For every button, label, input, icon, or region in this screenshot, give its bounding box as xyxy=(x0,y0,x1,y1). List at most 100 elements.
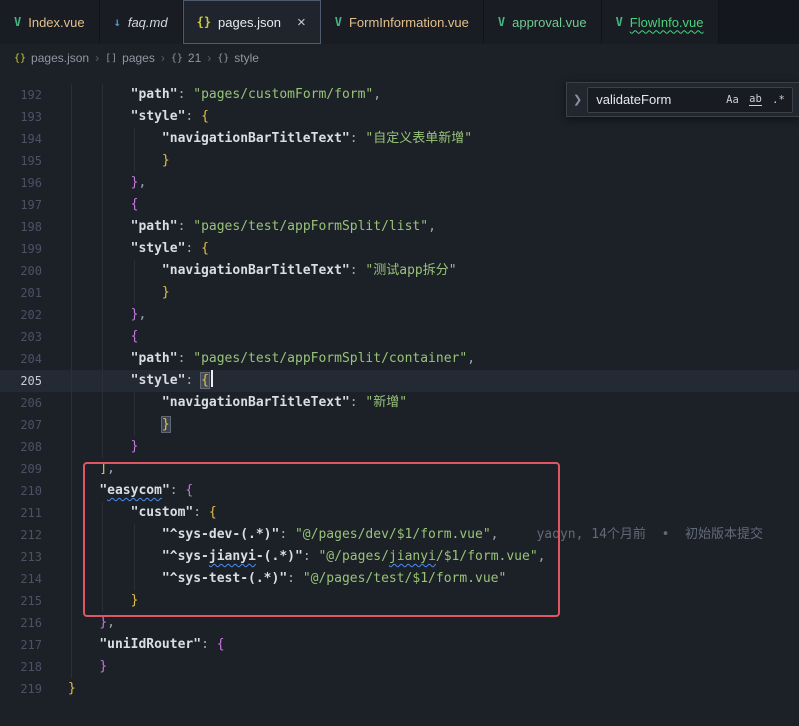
line-number[interactable]: 192 xyxy=(0,84,68,106)
code-line[interactable]: 195 } xyxy=(0,150,799,172)
code-line[interactable]: 207 } xyxy=(0,414,799,436)
breadcrumb-item-pages.json[interactable]: {} pages.json xyxy=(14,51,89,65)
tab-FormInformation.vue[interactable]: VFormInformation.vue xyxy=(321,0,484,44)
code-line[interactable]: 208 } xyxy=(0,436,799,458)
toggle-glyph: ab xyxy=(749,93,762,106)
regex-button[interactable]: .* xyxy=(768,90,789,110)
code-line[interactable]: 211 "custom": { xyxy=(0,502,799,524)
tab-bar: VIndex.vue↓faq.md {} pages.json × VFormInfor… xyxy=(0,0,799,44)
line-number[interactable]: 216 xyxy=(0,612,68,634)
line-number[interactable]: 218 xyxy=(0,656,68,678)
line-number[interactable]: 217 xyxy=(0,634,68,656)
code-text: }, xyxy=(68,304,799,326)
code-line[interactable]: 194 "navigationBarTitleText": "自定义表单新增" xyxy=(0,128,799,150)
code-line[interactable]: 212 "^sys-dev-(.*)": "@/pages/dev/$1/for… xyxy=(0,524,799,546)
line-number[interactable]: 212 xyxy=(0,524,68,546)
code-line[interactable]: 203 { xyxy=(0,326,799,348)
indent-guide xyxy=(134,260,135,304)
tab-pages.json[interactable]: {} pages.json × xyxy=(183,0,321,44)
tab-Index.vue[interactable]: VIndex.vue xyxy=(0,0,100,44)
line-number[interactable]: 208 xyxy=(0,436,68,458)
code-line[interactable]: 201 } xyxy=(0,282,799,304)
line-number[interactable]: 193 xyxy=(0,106,68,128)
code-line[interactable]: 216 }, xyxy=(0,612,799,634)
breadcrumb: {}pages.json›[]pages›{}21›{}style xyxy=(0,44,799,72)
line-number[interactable]: 215 xyxy=(0,590,68,612)
vue-icon: V xyxy=(335,15,342,29)
code-text: ], xyxy=(68,458,799,480)
array-symbol-icon: [] xyxy=(105,53,117,64)
line-number[interactable]: 219 xyxy=(0,678,68,700)
code-line[interactable]: 209 ], xyxy=(0,458,799,480)
breadcrumb-item-style[interactable]: {}style xyxy=(217,51,259,65)
code-line[interactable]: 197 { xyxy=(0,194,799,216)
code-text: "path": "pages/test/appFormSplit/list", xyxy=(68,216,799,238)
find-expand-chevron-icon[interactable]: ❯ xyxy=(573,93,582,106)
code-line[interactable]: 217 "uniIdRouter": { xyxy=(0,634,799,656)
indent-guide xyxy=(134,128,135,172)
tab-faq.md[interactable]: ↓faq.md xyxy=(100,0,183,44)
editor: 192 "path": "pages/customForm/form",193 … xyxy=(0,72,799,726)
code-line[interactable]: 205 "style": { xyxy=(0,370,799,392)
tab-label: pages.json xyxy=(218,15,281,30)
line-number[interactable]: 201 xyxy=(0,282,68,304)
vue-icon: V xyxy=(14,15,21,29)
tab-approval.vue[interactable]: Vapproval.vue xyxy=(484,0,602,44)
code-line[interactable]: 213 "^sys-jianyi-(.*)": "@/pages/jianyi/… xyxy=(0,546,799,568)
object-symbol-icon: {} xyxy=(171,53,183,64)
breadcrumb-item-pages[interactable]: []pages xyxy=(105,51,155,65)
code-text: "uniIdRouter": { xyxy=(68,634,799,656)
code-text: } xyxy=(68,282,799,304)
breadcrumb-separator: › xyxy=(207,51,211,65)
line-number[interactable]: 198 xyxy=(0,216,68,238)
line-number[interactable]: 214 xyxy=(0,568,68,590)
code-line[interactable]: 204 "path": "pages/test/appFormSplit/con… xyxy=(0,348,799,370)
find-input[interactable]: validateForm Aaab.* xyxy=(587,87,793,113)
line-number[interactable]: 211 xyxy=(0,502,68,524)
match-case-button[interactable]: Aa xyxy=(722,90,743,110)
code-text: "easycom": { xyxy=(68,480,799,502)
line-number[interactable]: 204 xyxy=(0,348,68,370)
line-number[interactable]: 207 xyxy=(0,414,68,436)
whole-word-button[interactable]: ab xyxy=(745,90,766,110)
line-number[interactable]: 196 xyxy=(0,172,68,194)
line-number[interactable]: 197 xyxy=(0,194,68,216)
code-area: 192 "path": "pages/customForm/form",193 … xyxy=(0,72,799,700)
line-number[interactable]: 209 xyxy=(0,458,68,480)
breadcrumb-separator: › xyxy=(161,51,165,65)
json-icon: {} xyxy=(197,15,211,29)
code-line[interactable]: 199 "style": { xyxy=(0,238,799,260)
code-line[interactable]: 214 "^sys-test-(.*)": "@/pages/test/$1/f… xyxy=(0,568,799,590)
code-line[interactable]: 198 "path": "pages/test/appFormSplit/lis… xyxy=(0,216,799,238)
tab-label: approval.vue xyxy=(512,15,586,30)
code-line[interactable]: 215 } xyxy=(0,590,799,612)
close-icon[interactable]: × xyxy=(297,15,306,30)
line-number[interactable]: 203 xyxy=(0,326,68,348)
line-number[interactable]: 213 xyxy=(0,546,68,568)
tab-FlowInfo.vue[interactable]: VFlowInfo.vue xyxy=(602,0,719,44)
line-number[interactable]: 199 xyxy=(0,238,68,260)
breadcrumb-label: 21 xyxy=(188,51,201,65)
line-number[interactable]: 210 xyxy=(0,480,68,502)
code-line[interactable]: 206 "navigationBarTitleText": "新增" xyxy=(0,392,799,414)
code-line[interactable]: 196 }, xyxy=(0,172,799,194)
code-line[interactable]: 202 }, xyxy=(0,304,799,326)
breadcrumb-label: pages.json xyxy=(31,51,89,65)
breadcrumb-item-21[interactable]: {} 21 xyxy=(171,51,201,65)
breadcrumb-label: style xyxy=(234,51,259,65)
tab-label: faq.md xyxy=(128,15,168,30)
line-number[interactable]: 206 xyxy=(0,392,68,414)
code-text: "^sys-dev-(.*)": "@/pages/dev/$1/form.vu… xyxy=(68,524,799,546)
line-number[interactable]: 194 xyxy=(0,128,68,150)
code-line[interactable]: 210 "easycom": { xyxy=(0,480,799,502)
code-line[interactable]: 218 } xyxy=(0,656,799,678)
line-number[interactable]: 205 xyxy=(0,370,68,392)
json-file-icon: {} xyxy=(14,53,26,64)
indent-guide xyxy=(71,84,72,678)
line-number[interactable]: 200 xyxy=(0,260,68,282)
code-line[interactable]: 219} xyxy=(0,678,799,700)
code-text: "navigationBarTitleText": "测试app拆分" xyxy=(68,260,799,282)
line-number[interactable]: 202 xyxy=(0,304,68,326)
code-line[interactable]: 200 "navigationBarTitleText": "测试app拆分" xyxy=(0,260,799,282)
line-number[interactable]: 195 xyxy=(0,150,68,172)
